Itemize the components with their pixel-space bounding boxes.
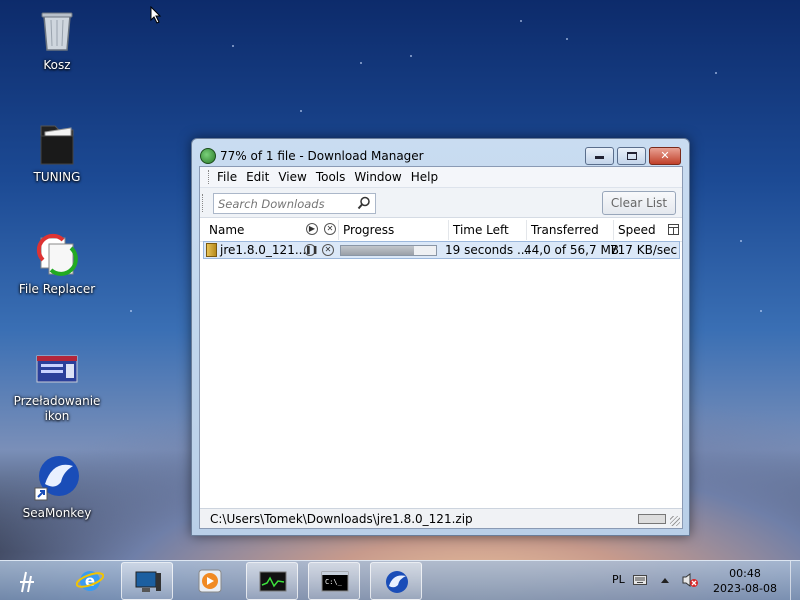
window-title: 77% of 1 file - Download Manager bbox=[220, 149, 424, 163]
keyboard-icon[interactable] bbox=[633, 575, 647, 585]
status-slider[interactable] bbox=[638, 514, 666, 524]
task-manager-icon bbox=[259, 571, 287, 592]
column-separator bbox=[613, 220, 614, 240]
seamonkey-icon bbox=[386, 571, 408, 593]
maximize-button[interactable] bbox=[617, 147, 646, 165]
status-path: C:\Users\Tomek\Downloads\jre1.8.0_121.zi… bbox=[210, 512, 473, 526]
app-icon bbox=[200, 148, 216, 164]
column-progress[interactable]: Progress bbox=[343, 223, 394, 237]
search-icon[interactable] bbox=[357, 196, 371, 210]
column-separator bbox=[526, 220, 527, 240]
progress-fill bbox=[341, 246, 415, 255]
reload-icons-icon bbox=[33, 342, 81, 390]
status-bar: C:\Users\Tomek\Downloads\jre1.8.0_121.zi… bbox=[200, 508, 682, 528]
taskbar-computer[interactable] bbox=[121, 562, 173, 600]
zip-file-icon bbox=[206, 243, 217, 257]
show-desktop-button[interactable] bbox=[790, 561, 800, 600]
search-box bbox=[213, 193, 376, 214]
menu-bar: File Edit View Tools Window Help bbox=[200, 167, 682, 188]
clock-time: 00:48 bbox=[729, 567, 761, 580]
start-button[interactable] bbox=[10, 565, 46, 597]
download-transferred: 44,0 of 56,7 MB bbox=[524, 243, 620, 257]
window-client: File Edit View Tools Window Help Clear L… bbox=[199, 166, 683, 529]
menu-help[interactable]: Help bbox=[411, 170, 438, 184]
recycle-bin-icon bbox=[33, 6, 81, 54]
download-filename: jre1.8.0_121.... bbox=[220, 243, 311, 257]
toolbar-grip[interactable] bbox=[202, 194, 205, 212]
start-icon bbox=[20, 571, 34, 593]
menu-file[interactable]: File bbox=[217, 170, 237, 184]
file-replacer-icon bbox=[33, 230, 81, 278]
column-transferred[interactable]: Transferred bbox=[531, 223, 599, 237]
download-row[interactable]: jre1.8.0_121.... ❚❚ ✕ 19 seconds ... 44,… bbox=[203, 241, 680, 259]
maximize-icon bbox=[626, 152, 637, 160]
computer-icon bbox=[135, 571, 161, 592]
menubar-grip[interactable] bbox=[208, 170, 211, 184]
download-speed: 717 KB/sec bbox=[610, 243, 678, 257]
chevron-up-icon[interactable] bbox=[660, 576, 670, 584]
clear-list-button[interactable]: Clear List bbox=[602, 191, 676, 215]
column-picker-icon[interactable] bbox=[668, 224, 679, 235]
desktop-icon-tuning[interactable]: TUNING bbox=[2, 118, 112, 185]
column-speed[interactable]: Speed bbox=[618, 223, 656, 237]
mouse-cursor bbox=[150, 6, 162, 24]
desktop-icon-recycle-bin[interactable]: Kosz bbox=[2, 6, 112, 73]
pause-icon[interactable]: ❚❚ bbox=[304, 244, 318, 256]
search-input[interactable] bbox=[214, 194, 354, 213]
taskbar: e C:\_ PL 00:48 2023-08-08 bbox=[0, 560, 800, 600]
svg-text:C:\_: C:\_ bbox=[325, 578, 343, 586]
menu-view[interactable]: View bbox=[278, 170, 306, 184]
minimize-button[interactable] bbox=[585, 147, 614, 165]
taskbar-command-prompt[interactable]: C:\_ bbox=[308, 562, 360, 600]
taskbar-media-player[interactable] bbox=[184, 562, 236, 600]
menu-window[interactable]: Window bbox=[354, 170, 401, 184]
desktop-icon-label: Przeładowanie ikon bbox=[13, 394, 101, 423]
close-button[interactable]: ✕ bbox=[649, 147, 681, 165]
desktop-icon-label: TUNING bbox=[33, 170, 81, 184]
minimize-icon bbox=[595, 156, 604, 159]
taskbar-task-manager[interactable] bbox=[246, 562, 298, 600]
seamonkey-icon bbox=[33, 454, 81, 502]
download-manager-window: 77% of 1 file - Download Manager ✕ File … bbox=[191, 138, 690, 536]
column-name[interactable]: Name bbox=[209, 223, 244, 237]
column-separator bbox=[448, 220, 449, 240]
resize-grip[interactable] bbox=[670, 516, 680, 526]
column-header: Name ▶ ✕ Progress Time Left Transferred … bbox=[200, 218, 682, 242]
menu-edit[interactable]: Edit bbox=[246, 170, 269, 184]
download-progress-bar bbox=[340, 245, 437, 256]
internet-explorer-icon: e bbox=[76, 571, 104, 591]
clock-date: 2023-08-08 bbox=[713, 582, 777, 595]
taskbar-seamonkey[interactable] bbox=[370, 562, 422, 600]
toolbar: Clear List bbox=[200, 188, 682, 218]
close-icon: ✕ bbox=[660, 149, 670, 162]
language-indicator[interactable]: PL bbox=[612, 573, 625, 586]
column-separator bbox=[338, 220, 339, 240]
taskbar-internet-explorer[interactable]: e bbox=[64, 562, 116, 600]
clock[interactable]: 00:48 2023-08-08 bbox=[706, 566, 784, 596]
desktop-icon-seamonkey[interactable]: SeaMonkey bbox=[2, 454, 112, 521]
column-time-left[interactable]: Time Left bbox=[453, 223, 509, 237]
download-time-left: 19 seconds ... bbox=[445, 243, 529, 257]
media-player-icon bbox=[198, 569, 222, 593]
menu-tools[interactable]: Tools bbox=[316, 170, 346, 184]
resume-all-icon[interactable]: ▶ bbox=[306, 223, 318, 235]
desktop-icon-file-replacer[interactable]: File Replacer bbox=[2, 230, 112, 297]
desktop-icon-reload-icons[interactable]: Przeładowanie ikon bbox=[2, 342, 112, 424]
cancel-all-icon[interactable]: ✕ bbox=[324, 223, 336, 235]
desktop-icon-label: File Replacer bbox=[18, 282, 96, 296]
volume-muted-icon[interactable] bbox=[681, 572, 699, 588]
cancel-icon[interactable]: ✕ bbox=[322, 244, 334, 256]
desktop-icon-label: SeaMonkey bbox=[22, 506, 92, 520]
folder-icon bbox=[33, 118, 81, 166]
desktop-icon-label: Kosz bbox=[43, 58, 71, 72]
command-prompt-icon: C:\_ bbox=[321, 571, 349, 592]
